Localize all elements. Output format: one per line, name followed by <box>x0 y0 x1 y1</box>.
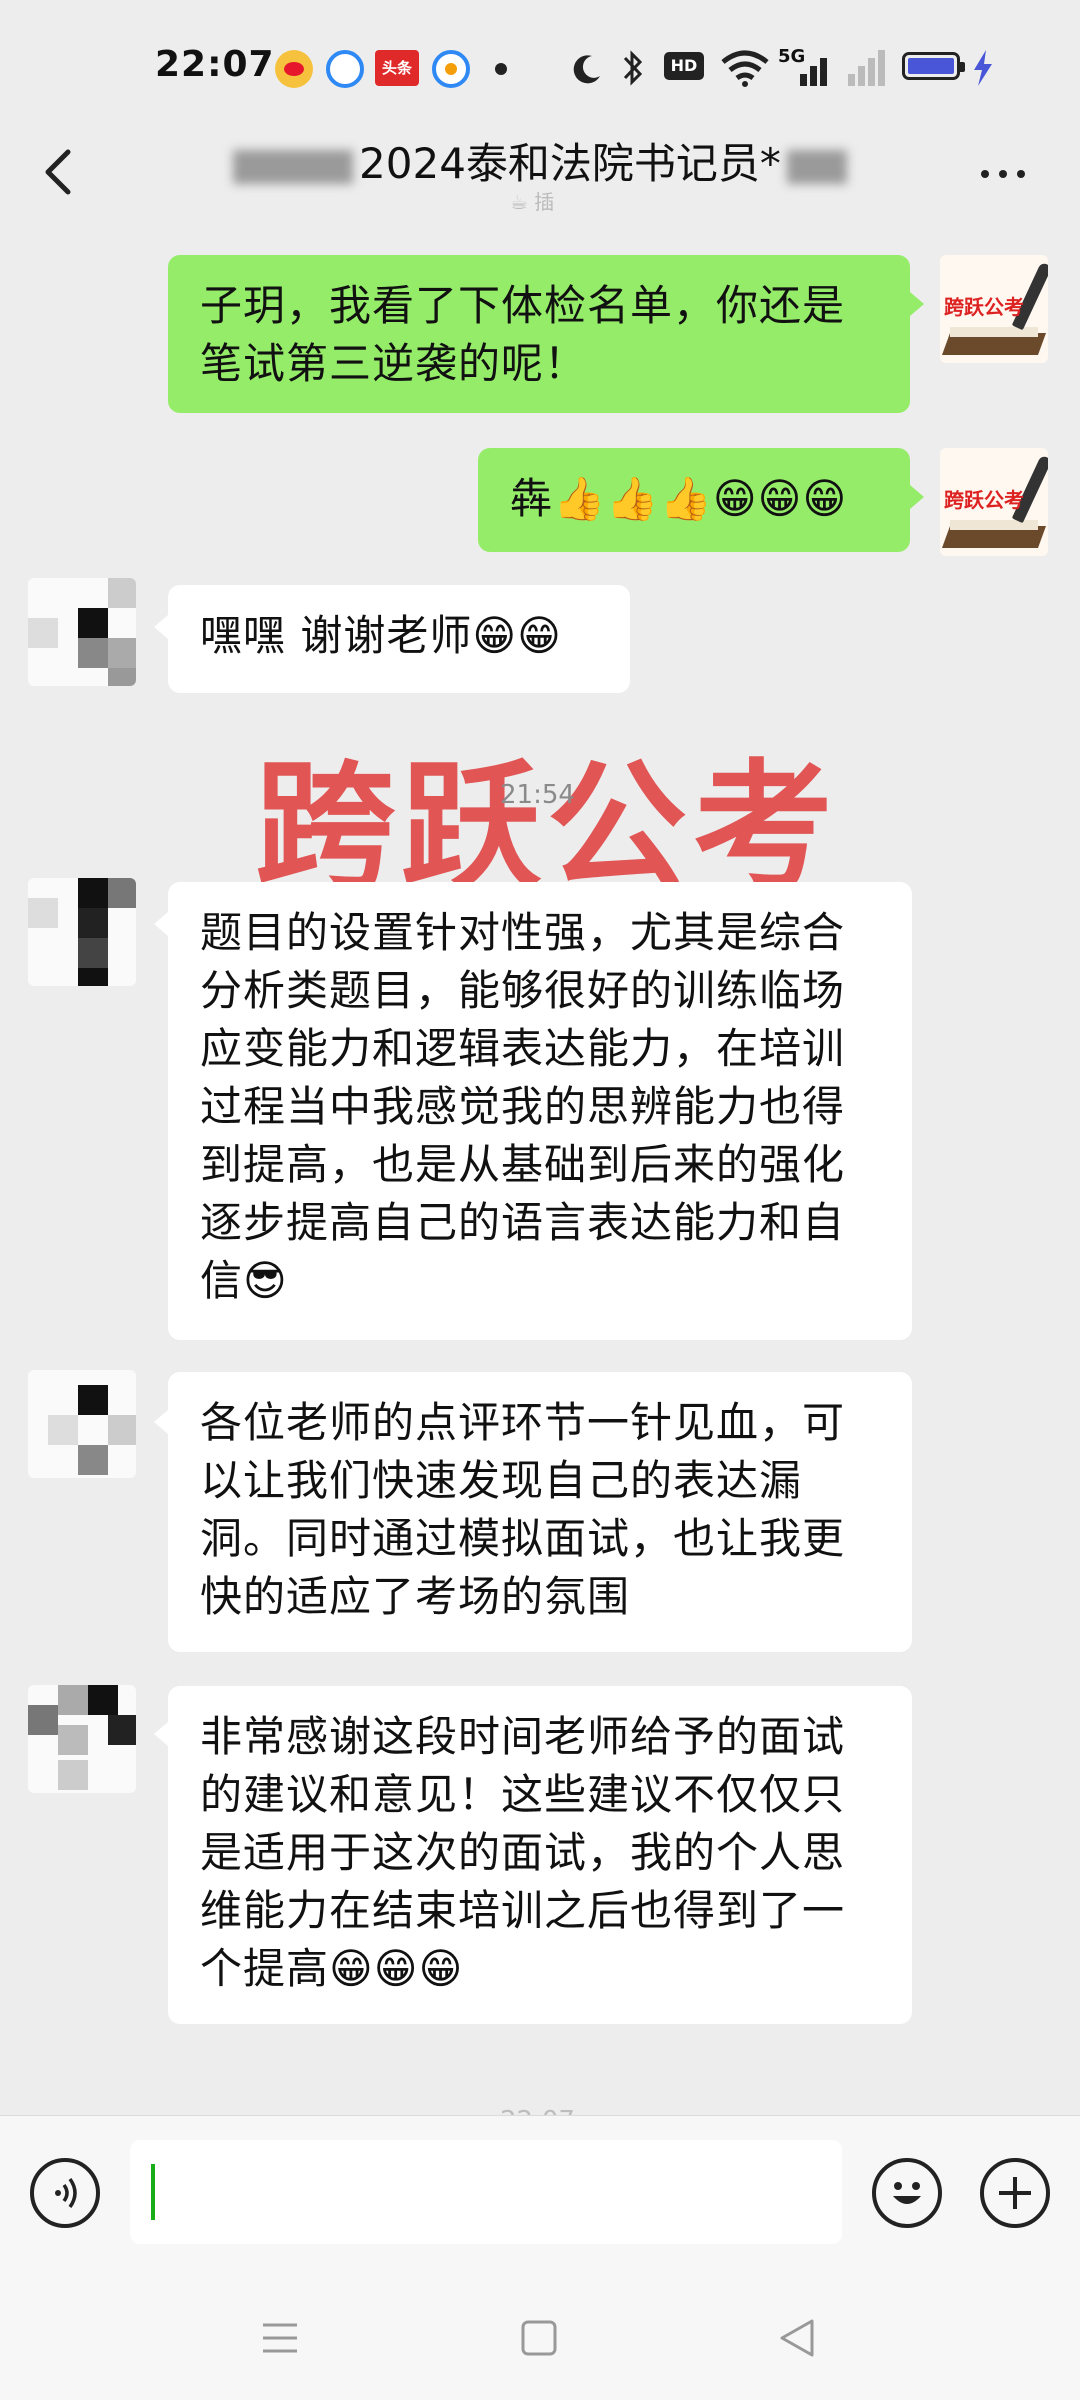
message-bubble-received[interactable]: 各位老师的点评环节一针见血，可 以让我们快速发现自己的表达漏 洞。同时通过模拟面… <box>168 1372 912 1652</box>
redacted-name-suffix <box>786 149 847 184</box>
more-icon[interactable] <box>975 160 1035 190</box>
bubble-tail <box>910 292 924 316</box>
charging-icon <box>974 50 992 86</box>
message-bubble-received[interactable]: 题目的设置针对性强，尤其是综合 分析类题目，能够很好的训练临场 应变能力和逻辑表… <box>168 882 912 1340</box>
moon-icon <box>573 55 600 84</box>
weibo-icon <box>275 50 313 88</box>
text-caret <box>151 2164 155 2220</box>
emoji-icon[interactable] <box>872 2158 942 2228</box>
battery-icon <box>902 52 965 80</box>
chat-title: 2024泰和法院书记员* <box>200 130 880 191</box>
contact-avatar[interactable] <box>28 878 136 986</box>
message-bubble-received[interactable]: 非常感谢这段时间老师给予的面试 的建议和意见！这些建议不仅仅只 是适用于这次的面… <box>168 1686 912 2024</box>
contact-avatar[interactable] <box>28 1685 136 1793</box>
sender-avatar[interactable]: 跨跃公考 <box>940 255 1048 363</box>
bubble-tail <box>154 1722 168 1746</box>
voice-icon[interactable] <box>30 2158 100 2228</box>
message-bubble-sent[interactable]: 子玥，我看了下体检名单，你还是 笔试第三逆袭的呢！ <box>168 255 910 413</box>
home-icon[interactable] <box>514 2313 564 2363</box>
browser-icon <box>326 50 364 88</box>
contact-avatar[interactable] <box>28 1370 136 1478</box>
back-triangle-icon[interactable] <box>772 2313 822 2363</box>
status-time: 22:07 <box>155 44 275 85</box>
signal-icon <box>800 50 885 86</box>
redacted-name-prefix <box>233 149 354 184</box>
message-bubble-sent[interactable]: 犇👍👍👍😁😁😁 <box>478 448 910 552</box>
wifi-icon <box>721 50 769 87</box>
hd-icon: HD <box>664 52 704 80</box>
toutiao-icon: 头条 <box>375 50 419 86</box>
news-icon <box>432 50 470 88</box>
bubble-tail <box>910 485 924 509</box>
bluetooth-icon <box>623 50 643 86</box>
message-bubble-received[interactable]: 嘿嘿 谢谢老师😁😁 <box>168 585 630 693</box>
chat-title-text: 2024泰和法院书记员* <box>359 139 781 188</box>
plus-icon[interactable] <box>980 2158 1050 2228</box>
time-divider: 21:54 <box>500 780 575 810</box>
bubble-tail <box>154 615 168 639</box>
contact-avatar[interactable] <box>28 578 136 686</box>
menu-icon[interactable] <box>255 2313 305 2363</box>
chat-subtitle: ☕ 插 <box>510 190 555 214</box>
bubble-tail <box>154 1410 168 1434</box>
chevron-left-icon[interactable] <box>34 142 84 202</box>
sender-avatar[interactable]: 跨跃公考 <box>940 448 1048 556</box>
bubble-tail <box>154 912 168 936</box>
notification-dot <box>495 63 507 75</box>
message-input[interactable] <box>130 2140 842 2244</box>
